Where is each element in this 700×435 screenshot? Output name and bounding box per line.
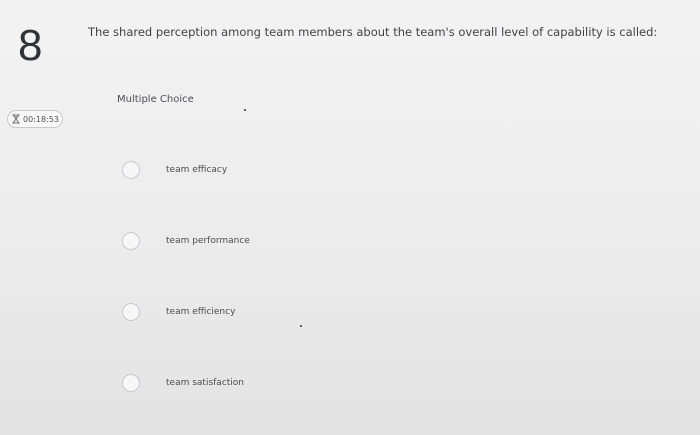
option-row[interactable]: team performance — [122, 229, 382, 253]
option-row[interactable]: team efficacy — [122, 158, 382, 182]
option-label: team efficacy — [166, 165, 228, 175]
option-label: team performance — [166, 236, 250, 246]
option-label: team efficiency — [166, 307, 236, 317]
screen-speck — [244, 109, 246, 111]
question-prompt: The shared perception among team members… — [88, 25, 658, 39]
question-number: 8 — [18, 21, 43, 70]
screen-speck — [300, 325, 302, 327]
option-row[interactable]: team satisfaction — [122, 371, 382, 395]
radio-button[interactable] — [122, 303, 140, 321]
timer-badge: 00:18:53 — [7, 110, 63, 128]
question-type: Multiple Choice — [117, 94, 194, 105]
radio-button[interactable] — [122, 374, 140, 392]
option-label: team satisfaction — [166, 378, 245, 388]
timer-value: 00:18:53 — [23, 114, 59, 124]
hourglass-icon — [12, 114, 20, 124]
radio-button[interactable] — [122, 161, 140, 179]
option-row[interactable]: team efficiency — [122, 300, 382, 324]
radio-button[interactable] — [122, 232, 140, 250]
